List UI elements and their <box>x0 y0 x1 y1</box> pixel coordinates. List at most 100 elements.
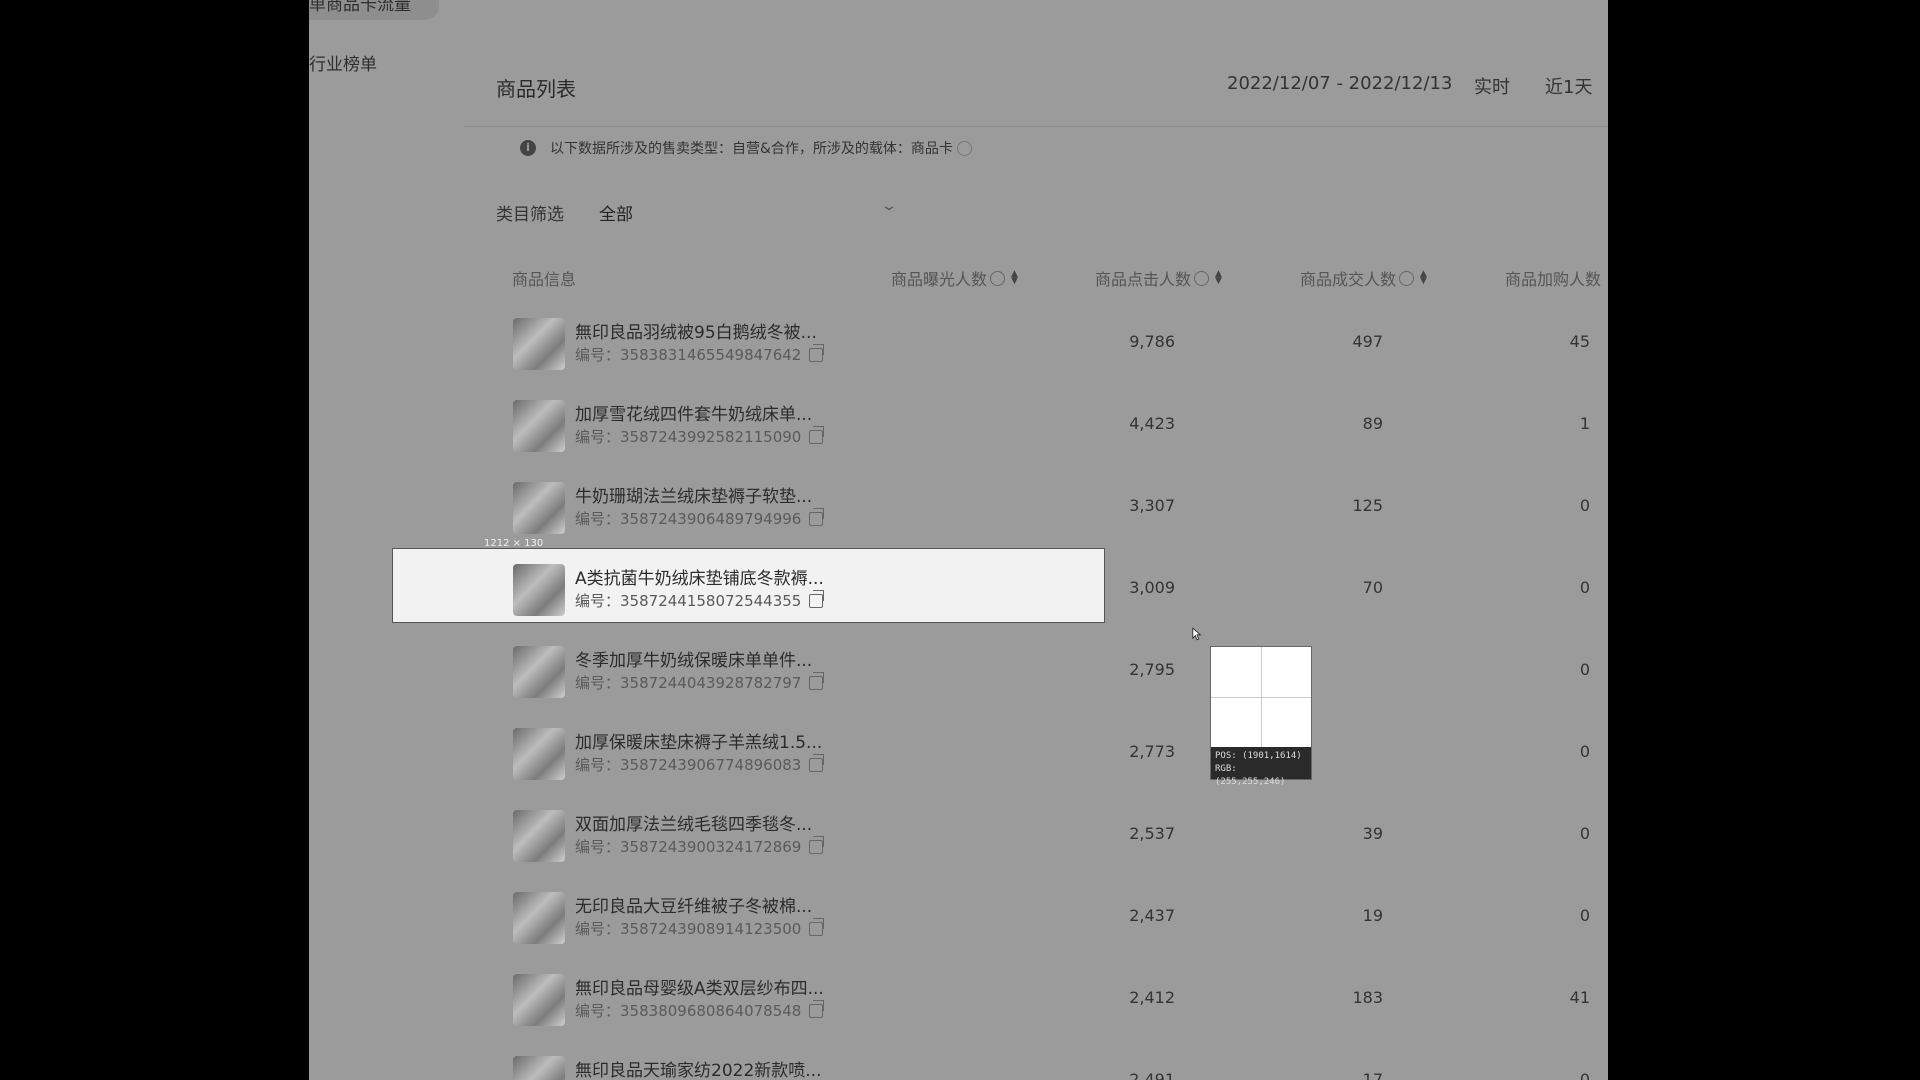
exposure-value: 2,412 <box>1129 988 1175 1007</box>
table-row[interactable]: 牛奶珊瑚法兰绒床垫褥子软垫... 编号： 3587243906489794996 3,… <box>415 466 1590 548</box>
product-thumbnail[interactable] <box>513 646 565 698</box>
help-icon[interactable] <box>1194 270 1210 286</box>
sort-icon[interactable]: ▲ ▼ <box>1420 270 1427 286</box>
clicks-value: 183 <box>1352 988 1383 1007</box>
code-value: 3587244043928782797 <box>620 673 802 692</box>
code-prefix: 编号： <box>575 510 621 528</box>
copy-icon[interactable] <box>809 425 825 444</box>
copy-icon[interactable] <box>809 917 825 936</box>
product-thumbnail[interactable] <box>513 1056 565 1080</box>
chevron-down-icon[interactable]: ⌄ <box>880 198 898 214</box>
exposure-value: 3,009 <box>1129 578 1175 597</box>
period-selector[interactable]: 近1天 <box>1545 73 1592 99</box>
code-value: 3587243992582115090 <box>620 427 802 446</box>
table-row[interactable]: 無印良品羽绒被95白鹅绒冬被... 编号： 3583831465549847642 9… <box>415 302 1590 384</box>
exposure-value: 2,437 <box>1129 906 1175 925</box>
table-row[interactable]: 无印良品大豆纤维被子冬被棉... 编号： 3587243908914123500 2,… <box>415 876 1590 958</box>
product-title[interactable]: 无印良品大豆纤维被子冬被棉... <box>575 892 812 917</box>
rgb-readout: RGB: (255,255,246) <box>1215 764 1286 787</box>
copy-icon[interactable] <box>809 753 825 772</box>
product-title[interactable]: A类抗菌牛奶绒床垫铺底冬款褥... <box>575 564 824 589</box>
exposure-value: 2,537 <box>1129 824 1175 843</box>
copy-icon[interactable] <box>809 589 825 608</box>
table-row[interactable]: 双面加厚法兰绒毛毯四季毯冬... 编号： 3587243900324172869 2,… <box>415 794 1590 876</box>
product-title[interactable]: 牛奶珊瑚法兰绒床垫褥子软垫... <box>575 482 812 507</box>
date-range-picker[interactable]: 2022/12/07 - 2022/12/13 <box>1227 73 1452 94</box>
notice-bar: i 以下数据所涉及的售卖类型：自营&合作，所涉及的载体：商品卡 <box>520 138 972 158</box>
product-title[interactable]: 無印良品母婴级A类双层纱布四... <box>575 974 824 999</box>
product-code: 编号： 3587243900324172869 <box>575 835 825 857</box>
product-code: 编号： 3587243908914123500 <box>575 917 825 939</box>
exposure-value: 9,786 <box>1129 332 1175 351</box>
product-thumbnail[interactable] <box>513 318 565 370</box>
product-thumbnail[interactable] <box>513 728 565 780</box>
product-code: 编号： 3587243906489794996 <box>575 507 825 529</box>
code-value: 3587243906774896083 <box>620 755 802 774</box>
deals-value: 0 <box>1579 742 1590 761</box>
product-thumbnail[interactable] <box>513 892 565 944</box>
column-header-cart[interactable]: 商品加购人数 <box>1505 266 1601 290</box>
deals-value: 0 <box>1579 660 1590 679</box>
deals-value: 0 <box>1579 824 1590 843</box>
code-prefix: 编号： <box>575 756 621 774</box>
column-header-product-info: 商品信息 <box>512 270 577 289</box>
cursor-icon <box>1192 627 1202 641</box>
product-thumbnail[interactable] <box>513 810 565 862</box>
code-value: 3587244158072544355 <box>620 591 802 610</box>
copy-icon[interactable] <box>809 507 825 526</box>
product-code: 编号： 3583831465549847642 <box>575 343 825 365</box>
table-row[interactable]: 加厚保暖床垫床褥子羊羔绒1.5... 编号： 3587243906774896083… <box>415 712 1590 794</box>
notice-text: 以下数据所涉及的售卖类型：自营&合作，所涉及的载体：商品卡 <box>550 141 953 157</box>
sidebar-item-industry-ranking[interactable]: 行业榜单 <box>309 50 377 75</box>
page-title: 商品列表 <box>496 77 576 101</box>
deals-value: 0 <box>1579 1070 1590 1080</box>
copy-icon[interactable] <box>809 835 825 854</box>
product-title[interactable]: 加厚雪花绒四件套牛奶绒床单... <box>575 400 812 425</box>
code-prefix: 编号： <box>575 1002 621 1020</box>
code-prefix: 编号： <box>575 674 621 692</box>
info-icon: i <box>520 140 536 156</box>
pixel-readout: POS: (1901,1614) RGB: (255,255,246) <box>1211 747 1311 787</box>
deals-value: 1 <box>1579 414 1590 433</box>
column-header-clicks[interactable]: 商品点击人数 ▲ ▼ <box>1095 266 1222 290</box>
table-row[interactable]: A类抗菌牛奶绒床垫铺底冬款褥... 编号： 3587244158072544355 3… <box>392 548 1590 630</box>
table-row[interactable]: 冬季加厚牛奶绒保暖床单单件... 编号： 3587244043928782797 2,… <box>415 630 1590 712</box>
table-row[interactable]: 加厚雪花绒四件套牛奶绒床单... 编号： 3587243992582115090 4,… <box>415 384 1590 466</box>
category-filter-select[interactable]: 全部 <box>599 200 633 225</box>
capture-size-label: 1212 × 130 <box>484 538 544 549</box>
product-title[interactable]: 双面加厚法兰绒毛毯四季毯冬... <box>575 810 812 835</box>
product-thumbnail[interactable] <box>513 400 565 452</box>
realtime-tab[interactable]: 实时 <box>1474 73 1510 99</box>
sort-icon[interactable]: ▲ ▼ <box>1011 270 1018 286</box>
code-prefix: 编号： <box>575 346 621 364</box>
code-value: 3587243900324172869 <box>620 837 802 856</box>
copy-icon[interactable] <box>809 999 825 1018</box>
sort-icon[interactable]: ▲ ▼ <box>1215 270 1222 286</box>
product-title[interactable]: 冬季加厚牛奶绒保暖床单单件... <box>575 646 812 671</box>
copy-icon[interactable] <box>809 671 825 690</box>
clicks-value: 19 <box>1362 906 1383 925</box>
sidebar-item-product-card-traffic[interactable]: 单商品卡流量 <box>309 0 439 20</box>
app-screen: 单商品卡流量 行业榜单 商品列表 2022/12/07 - 2022/12/13… <box>309 0 1608 1080</box>
color-picker-magnifier: POS: (1901,1614) RGB: (255,255,246) <box>1210 646 1312 787</box>
exposure-value: 2,773 <box>1129 742 1175 761</box>
product-title[interactable]: 加厚保暖床垫床褥子羊羔绒1.5... <box>575 728 822 753</box>
clicks-value: 70 <box>1362 578 1383 597</box>
product-title[interactable]: 無印良品天瑜家纺2022新款喷... <box>575 1056 821 1080</box>
table-row[interactable]: 無印良品母婴级A类双层纱布四... 编号： 3583809680864078548 2… <box>415 958 1590 1040</box>
clicks-value: 89 <box>1362 414 1383 433</box>
column-header-deals[interactable]: 商品成交人数 ▲ ▼ <box>1300 266 1427 290</box>
product-thumbnail[interactable] <box>513 564 565 616</box>
header-divider <box>464 126 1608 127</box>
clicks-value: 497 <box>1352 332 1383 351</box>
product-title[interactable]: 無印良品羽绒被95白鹅绒冬被... <box>575 318 817 343</box>
column-header-exposure[interactable]: 商品曝光人数 ▲ ▼ <box>891 266 1018 290</box>
table-row[interactable]: 無印良品天瑜家纺2022新款喷... 2,491 17 0 <box>415 1040 1590 1080</box>
help-icon[interactable] <box>990 270 1006 286</box>
copy-icon[interactable] <box>809 343 825 362</box>
help-icon[interactable] <box>956 140 972 156</box>
product-thumbnail[interactable] <box>513 482 565 534</box>
product-thumbnail[interactable] <box>513 974 565 1026</box>
help-icon[interactable] <box>1399 270 1415 286</box>
clicks-value: 39 <box>1362 824 1383 843</box>
